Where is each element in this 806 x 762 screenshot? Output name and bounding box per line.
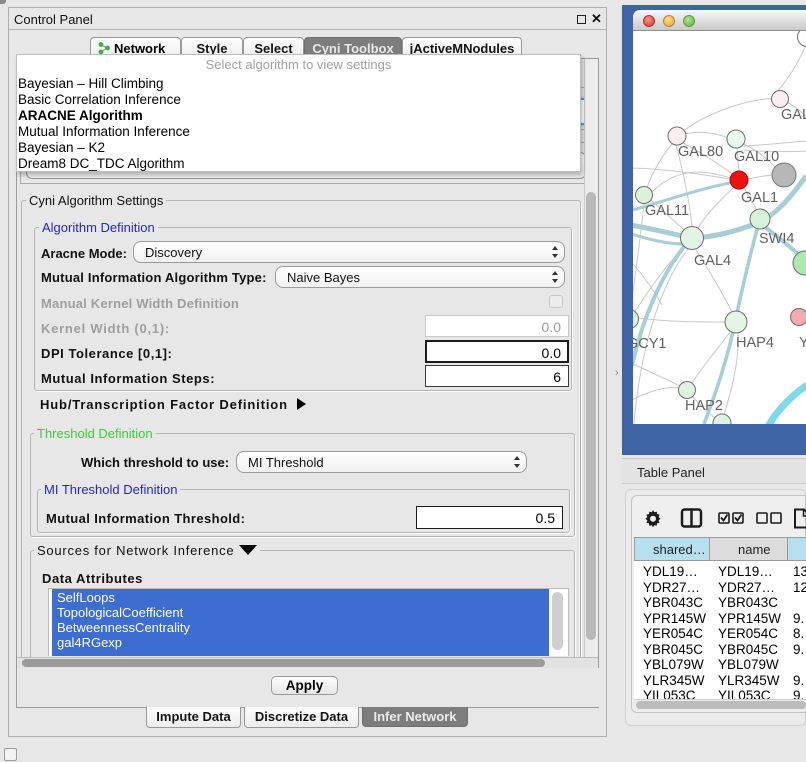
svg-text:SWI4: SWI4 bbox=[759, 231, 794, 247]
svg-text:GAL: GAL bbox=[781, 107, 806, 123]
svg-text:HAP4: HAP4 bbox=[736, 335, 774, 351]
svg-text:GAL1: GAL1 bbox=[741, 190, 778, 206]
svg-text:HAP2: HAP2 bbox=[685, 398, 723, 414]
svg-text:GAL10: GAL10 bbox=[734, 149, 779, 165]
svg-text:GAL11: GAL11 bbox=[645, 203, 689, 219]
svg-text:GAL4: GAL4 bbox=[694, 253, 731, 269]
svg-text:GAL80: GAL80 bbox=[678, 144, 723, 160]
svg-text:Y: Y bbox=[799, 335, 806, 351]
svg-text:GCY1: GCY1 bbox=[633, 336, 667, 352]
